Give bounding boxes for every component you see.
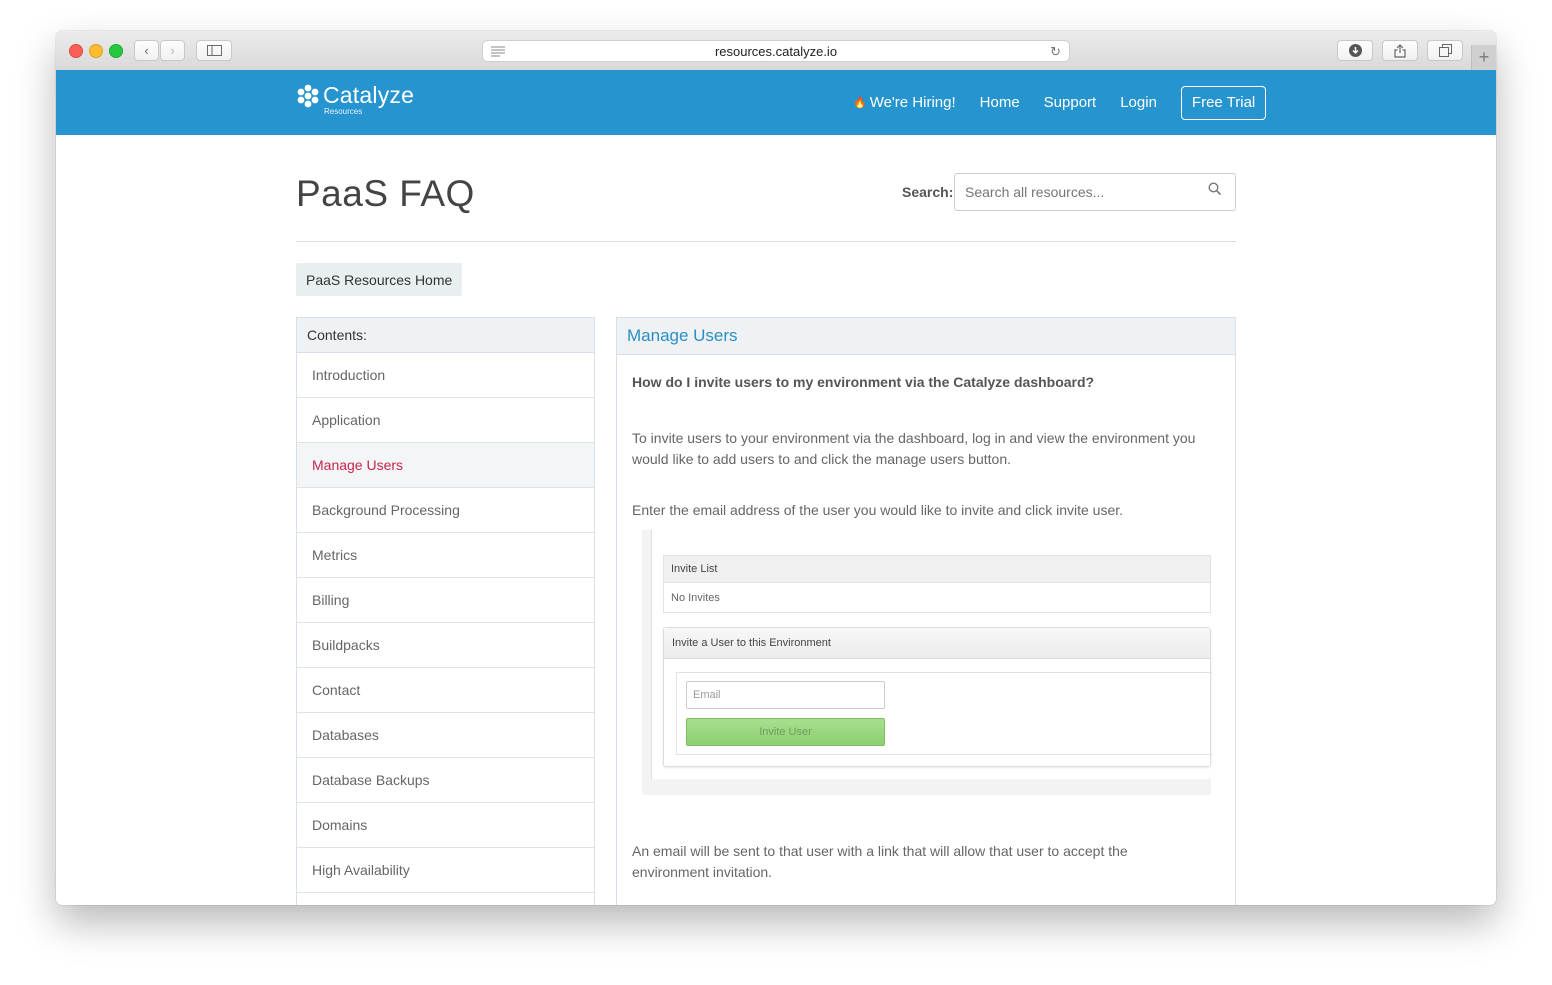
nav-login-link[interactable]: Login bbox=[1120, 94, 1157, 111]
screenshot-content: Invite List No Invites Invite a User to … bbox=[651, 530, 1212, 779]
invite-user-button: Invite User bbox=[686, 718, 885, 746]
chevron-right-icon: › bbox=[170, 43, 175, 58]
browser-titlebar: ‹ › resources.catalyze.io ↻ + bbox=[56, 31, 1496, 71]
minimize-window-button[interactable] bbox=[89, 44, 103, 58]
plus-icon: + bbox=[1478, 47, 1490, 67]
browser-window: ‹ › resources.catalyze.io ↻ + Catalyze R… bbox=[56, 31, 1496, 905]
tabs-overview-button[interactable] bbox=[1427, 40, 1463, 61]
faq-paragraph-2: Enter the email address of the user you … bbox=[632, 502, 1124, 518]
share-icon bbox=[1394, 43, 1406, 58]
invite-form: Email Invite User bbox=[676, 672, 1212, 755]
sidebar-item-metrics[interactable]: Metrics bbox=[297, 533, 594, 578]
tabs-icon bbox=[1438, 44, 1452, 57]
sidebar-item-high-availability[interactable]: High Availability bbox=[297, 848, 594, 893]
panel-title: Manage Users bbox=[617, 318, 1235, 355]
sidebar-item-introduction[interactable]: Introduction bbox=[297, 353, 594, 398]
catalyze-logo-icon bbox=[297, 84, 319, 108]
faq-paragraph-3: An email will be sent to that user with … bbox=[632, 843, 1128, 880]
invite-box-heading: Invite a User to this Environment bbox=[664, 628, 1210, 659]
resources-home-button[interactable]: PaaS Resources Home bbox=[296, 263, 463, 296]
download-icon bbox=[1348, 44, 1362, 57]
invite-list-empty: No Invites bbox=[663, 583, 1211, 613]
faq-panel: Manage Users How do I invite users to my… bbox=[616, 317, 1236, 905]
main-nav: 🔥 We're Hiring! Home Support Login Free … bbox=[853, 70, 1267, 135]
reader-icon[interactable] bbox=[491, 46, 505, 57]
nav-hiring-link[interactable]: 🔥 We're Hiring! bbox=[853, 94, 956, 111]
sidebar-item-database-backups[interactable]: Database Backups bbox=[297, 758, 594, 803]
invite-user-box: Invite a User to this Environment Email … bbox=[663, 627, 1212, 767]
search-label: Search: bbox=[902, 184, 954, 200]
url-text: resources.catalyze.io bbox=[714, 43, 838, 59]
close-window-button[interactable] bbox=[69, 44, 83, 58]
search-icon[interactable] bbox=[1208, 182, 1222, 196]
sidebar-item-billing[interactable]: Billing bbox=[297, 578, 594, 623]
faq-question: How do I invite users to my environment … bbox=[632, 374, 1095, 390]
search-input[interactable] bbox=[954, 173, 1236, 211]
address-bar[interactable]: resources.catalyze.io ↻ bbox=[482, 40, 1070, 62]
sidebar-item-domains[interactable]: Domains bbox=[297, 803, 594, 848]
logo-name: Catalyze bbox=[323, 82, 415, 108]
sidebar-item-databases[interactable]: Databases bbox=[297, 713, 594, 758]
back-button[interactable]: ‹ bbox=[134, 40, 159, 61]
logo-subtitle: Resources bbox=[324, 107, 363, 116]
contents-sidebar: Contents: Introduction Application Manag… bbox=[296, 317, 595, 905]
catalyze-logo[interactable]: Catalyze Resources bbox=[296, 82, 414, 116]
downloads-button[interactable] bbox=[1337, 40, 1373, 61]
invite-list-heading: Invite List bbox=[663, 555, 1211, 583]
sidebar-item-buildpacks[interactable]: Buildpacks bbox=[297, 623, 594, 668]
chevron-left-icon: ‹ bbox=[144, 43, 149, 58]
invite-screenshot: Invite List No Invites Invite a User to … bbox=[642, 530, 1212, 795]
nav-support-link[interactable]: Support bbox=[1044, 94, 1097, 111]
flame-icon: 🔥 bbox=[853, 97, 867, 109]
forward-button[interactable]: › bbox=[160, 40, 185, 61]
sidebar-icon bbox=[206, 45, 222, 56]
sidebar-item-background-processing[interactable]: Background Processing bbox=[297, 488, 594, 533]
sidebar-toggle-button[interactable] bbox=[196, 40, 232, 61]
nav-home-link[interactable]: Home bbox=[980, 94, 1020, 111]
header-divider bbox=[296, 241, 1236, 242]
new-tab-button[interactable]: + bbox=[1471, 45, 1496, 70]
free-trial-button[interactable]: Free Trial bbox=[1180, 85, 1267, 120]
sidebar-item-contact[interactable]: Contact bbox=[297, 668, 594, 713]
faq-paragraph-1: To invite users to your environment via … bbox=[632, 430, 1196, 467]
maximize-window-button[interactable] bbox=[109, 44, 123, 58]
sidebar-item-application[interactable]: Application bbox=[297, 398, 594, 443]
sidebar-heading: Contents: bbox=[297, 318, 594, 353]
nav-hiring-label: We're Hiring! bbox=[869, 94, 956, 111]
sidebar-item-manage-users[interactable]: Manage Users bbox=[297, 443, 594, 488]
share-button[interactable] bbox=[1382, 40, 1418, 61]
page-title: PaaS FAQ bbox=[296, 173, 475, 214]
email-field: Email bbox=[686, 681, 885, 709]
reload-icon[interactable]: ↻ bbox=[1050, 44, 1061, 60]
site-header: Catalyze Resources 🔥 We're Hiring! Home … bbox=[56, 70, 1496, 135]
